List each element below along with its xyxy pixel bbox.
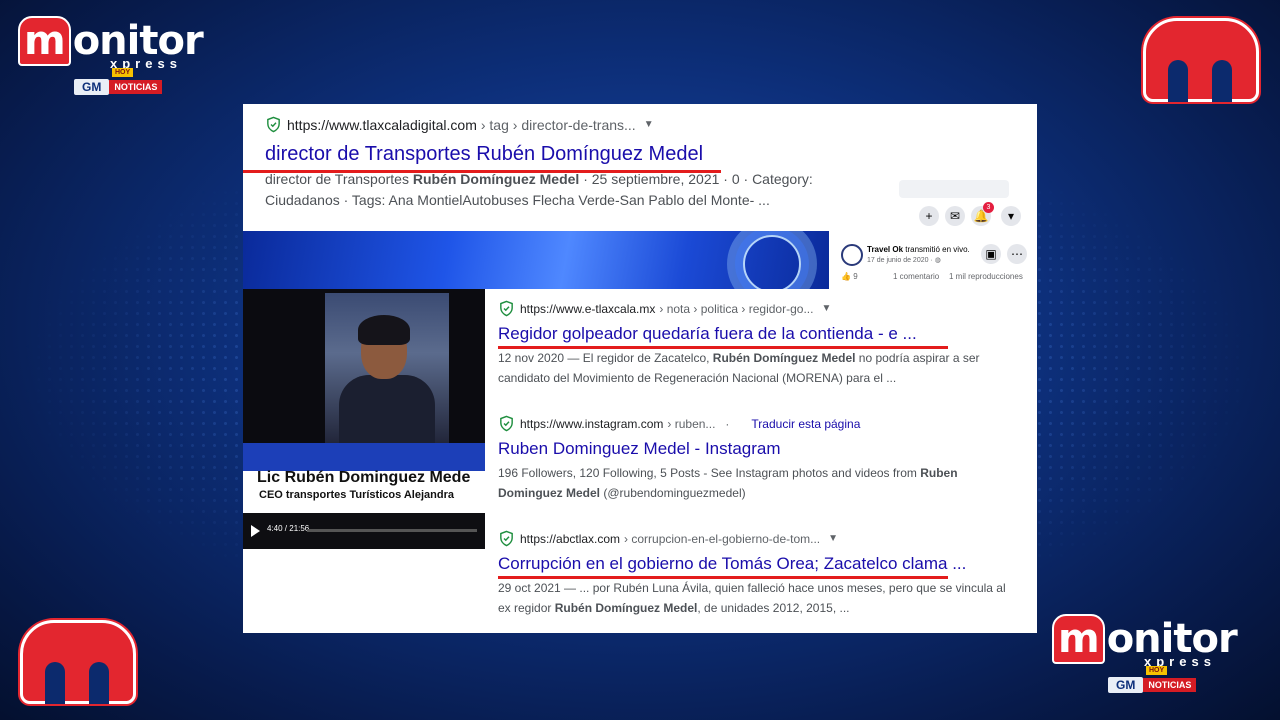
- shield-check-icon: [267, 116, 280, 133]
- notification-count-badge: 3: [983, 202, 994, 213]
- monitor-xpress-logo: m onitor xpress HOY GM NOTICIAS: [18, 16, 228, 106]
- speaker-name: Lic Rubén Dominguez Mede: [257, 469, 471, 486]
- play-icon[interactable]: [251, 525, 260, 537]
- chevron-down-icon[interactable]: ▼: [821, 303, 831, 314]
- translate-page-link[interactable]: Traducir esta página: [751, 417, 860, 431]
- lock-icon[interactable]: ▣: [981, 244, 1001, 264]
- highlight-underline: [498, 346, 948, 349]
- shield-check-icon: [500, 530, 513, 547]
- fb-reactions[interactable]: 👍 9: [841, 272, 858, 281]
- messenger-icon[interactable]: ✉: [945, 206, 965, 226]
- fb-comments[interactable]: 1 comentario: [893, 272, 939, 281]
- gm-noticias-badge: HOY GM NOTICIAS: [1108, 666, 1206, 694]
- result-url[interactable]: https://www.instagram.com › ruben... · T…: [498, 415, 1030, 432]
- search-results-screenshot: https://www.tlaxcaladigital.com › tag › …: [243, 104, 1037, 633]
- result-title[interactable]: Ruben Dominguez Medel - Instagram: [498, 438, 1030, 460]
- facebook-live-widget: + ✉ 🔔 3 ▾ Travel Ok transmitió en vivo. …: [837, 174, 1037, 304]
- fb-post-header: Travel Ok transmitió en vivo.: [867, 245, 970, 254]
- result-snippet: 12 nov 2020 — El regidor de Zacatelco, R…: [498, 351, 980, 385]
- result-url[interactable]: https://www.e-tlaxcala.mx › nota › polit…: [498, 300, 1030, 317]
- chevron-down-icon[interactable]: ▼: [644, 119, 654, 130]
- result-title[interactable]: Regidor golpeador quedaría fuera de la c…: [498, 323, 1030, 345]
- video-progress-bar[interactable]: [307, 529, 477, 532]
- result-snippet: 196 Followers, 120 Following, 5 Posts - …: [498, 466, 958, 500]
- result-snippet: 29 oct 2021 — ... por Rubén Luna Ávila, …: [498, 581, 1006, 615]
- video-controls: 4:40 / 21:56: [243, 513, 485, 549]
- search-result-2: https://www.e-tlaxcala.mx › nota › polit…: [498, 300, 1030, 388]
- result-url[interactable]: https://abctlax.com › corrupcion-en-el-g…: [498, 530, 1030, 547]
- like-icon: 👍: [841, 272, 851, 281]
- browser-bar: [899, 180, 1009, 198]
- more-options-icon[interactable]: ⋯: [1007, 244, 1027, 264]
- rings-graphic: [743, 235, 801, 289]
- search-result-4: https://abctlax.com › corrupcion-en-el-g…: [498, 530, 1030, 618]
- result-snippet: director de Transportes Rubén Domínguez …: [265, 171, 813, 208]
- fb-post-date: 17 de junio de 2020 · ◍: [867, 257, 941, 264]
- monitor-xpress-logo-bottom: m onitor xpress HOY GM NOTICIAS: [1052, 614, 1262, 704]
- fb-views: 1 mil reproducciones: [949, 272, 1023, 281]
- video-player[interactable]: Lic Rubén Dominguez Mede CEO transportes…: [243, 231, 829, 549]
- shield-check-icon: [500, 415, 513, 432]
- gm-noticias-badge: HOY GM NOTICIAS: [74, 68, 172, 96]
- speaker-video-frame: [325, 293, 449, 445]
- chevron-down-icon[interactable]: ▼: [828, 533, 838, 544]
- result-title[interactable]: Corrupción en el gobierno de Tomás Orea;…: [498, 553, 1030, 575]
- result-url[interactable]: https://www.tlaxcaladigital.com › tag › …: [265, 116, 1025, 133]
- video-time: 4:40 / 21:56: [267, 524, 310, 533]
- video-banner: [243, 231, 829, 289]
- result-title[interactable]: director de Transportes Rubén Domínguez …: [265, 141, 1025, 167]
- add-icon[interactable]: +: [919, 206, 939, 226]
- m-logo-icon: [20, 620, 136, 704]
- lower-third: Lic Rubén Dominguez Mede CEO transportes…: [243, 443, 485, 513]
- speaker-role: CEO transportes Turísticos Alejandra: [259, 489, 454, 501]
- account-chevron-icon[interactable]: ▾: [1001, 206, 1021, 226]
- highlight-underline: [243, 170, 721, 173]
- search-result-3: https://www.instagram.com › ruben... · T…: [498, 415, 1030, 503]
- globe-icon: ◍: [934, 257, 941, 264]
- m-logo-icon: [1143, 18, 1259, 102]
- highlight-underline: [498, 576, 948, 579]
- page-avatar[interactable]: [841, 244, 863, 266]
- shield-check-icon: [500, 300, 513, 317]
